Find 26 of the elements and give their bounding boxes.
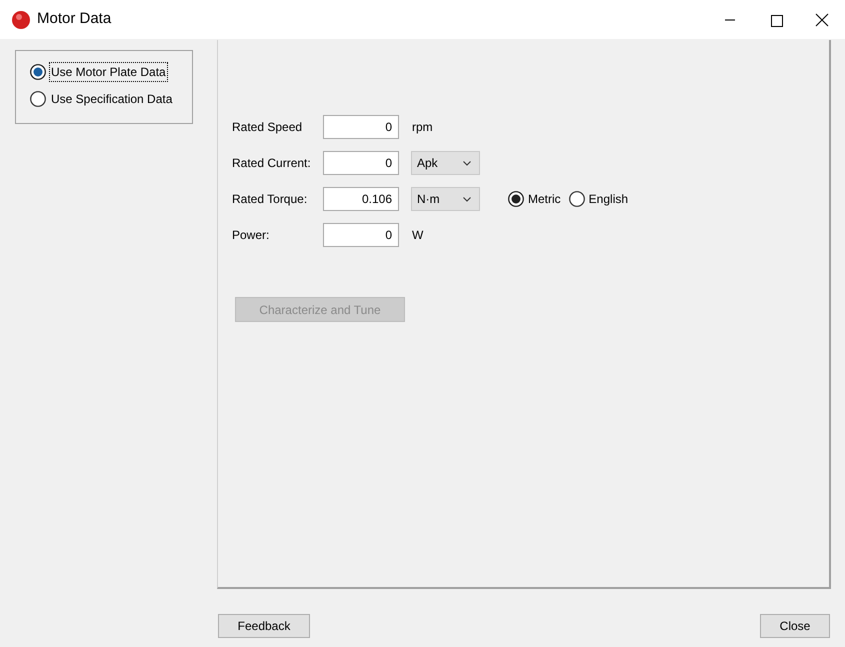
- app-logo-icon: [11, 10, 31, 30]
- radio-label[interactable]: English: [588, 190, 628, 208]
- field-label: Rated Current:: [232, 155, 312, 172]
- radio-label[interactable]: Metric: [528, 190, 561, 208]
- radio-button[interactable]: [30, 64, 46, 80]
- unit-dropdown[interactable]: Apk: [411, 151, 480, 175]
- window-title: Motor Data: [37, 9, 112, 30]
- input-field[interactable]: 0: [323, 151, 399, 175]
- radio-button[interactable]: [30, 91, 46, 107]
- unit-dropdown[interactable]: N·m: [411, 187, 480, 211]
- field-label: Rated Speed: [232, 119, 304, 136]
- unit-label: rpm: [412, 119, 433, 136]
- field-label: Power:: [232, 227, 270, 244]
- radio-label[interactable]: Use Specification Data: [50, 90, 174, 108]
- radio-button[interactable]: [508, 191, 524, 207]
- input-field[interactable]: 0: [323, 115, 399, 139]
- radio-button[interactable]: [568, 191, 585, 207]
- feedback-button[interactable]: Feedback: [218, 614, 310, 638]
- radio-label[interactable]: Use Motor Plate Data: [50, 63, 167, 81]
- input-field[interactable]: 0: [323, 223, 399, 247]
- close-button[interactable]: Close: [760, 614, 830, 638]
- chevron-down-icon: [463, 160, 471, 166]
- input-field[interactable]: 0.106: [323, 187, 399, 211]
- field-label: Rated Torque:: [232, 191, 308, 208]
- chevron-down-icon: [463, 196, 471, 202]
- unit-label: W: [412, 227, 424, 244]
